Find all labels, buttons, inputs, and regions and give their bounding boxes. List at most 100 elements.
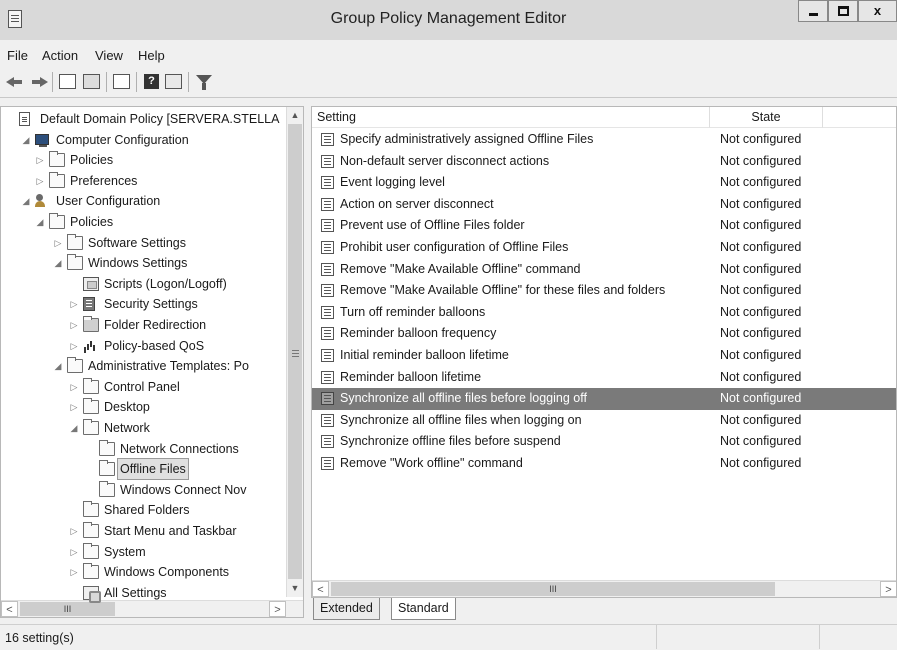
setting-row[interactable]: Initial reminder balloon lifetime Not con… [312, 345, 896, 367]
menu-file[interactable]: File [7, 48, 28, 63]
scroll-left-button[interactable]: < [312, 581, 329, 597]
title-bar[interactable]: Group Policy Management Editor x [0, 0, 897, 40]
expand-icon[interactable]: ▷ [69, 521, 79, 541]
expand-icon[interactable]: ▷ [53, 233, 63, 253]
setting-row[interactable]: Synchronize all offline files when loggi… [312, 410, 896, 432]
scripts-icon [83, 276, 99, 291]
window-title: Group Policy Management Editor [330, 10, 567, 27]
up-one-level-button[interactable] [58, 73, 78, 91]
collapse-icon[interactable]: ◢ [53, 253, 63, 273]
action-pane-icon [165, 74, 182, 89]
show-hide-console-tree-button[interactable] [82, 73, 102, 91]
setting-row[interactable]: Action on server disconnect Not configure… [312, 194, 896, 216]
collapse-icon[interactable]: ◢ [21, 130, 31, 150]
setting-row[interactable]: Remove "Work offline" command Not configu… [312, 453, 896, 475]
expand-icon[interactable]: ▷ [69, 562, 79, 582]
setting-row[interactable]: Reminder balloon frequency Not configured [312, 323, 896, 345]
column-header-state[interactable]: State [710, 107, 823, 128]
menu-bar: File Action View Help [0, 44, 897, 66]
collapse-icon[interactable]: ◢ [53, 356, 63, 376]
scroll-right-button[interactable]: > [269, 601, 286, 617]
expand-icon[interactable]: ▷ [69, 397, 79, 417]
policy-setting-icon [321, 349, 334, 362]
setting-row[interactable]: Prevent use of Offline Files folder Not c… [312, 215, 896, 237]
expand-icon[interactable]: ▷ [69, 315, 79, 335]
maximize-button[interactable] [828, 0, 858, 22]
scroll-up-icon[interactable]: ▲ [287, 107, 303, 124]
help-button[interactable]: ? [142, 73, 162, 91]
column-header-setting[interactable]: Setting [312, 107, 710, 128]
collapse-icon[interactable]: ◢ [21, 191, 31, 211]
setting-row[interactable]: Non-default server disconnect actions Not… [312, 151, 896, 173]
scroll-down-icon[interactable]: ▼ [287, 580, 303, 597]
export-list-button[interactable] [112, 73, 132, 91]
setting-row[interactable]: Specify administratively assigned Offlin… [312, 129, 896, 151]
tree-node-label: Folder Redirection [104, 318, 207, 332]
grip-icon [292, 350, 299, 351]
settings-list[interactable]: Setting State < III > Specify administra… [311, 106, 897, 598]
setting-row[interactable]: Event logging level Not configured [312, 172, 896, 194]
tree-node-label: Network Connections [120, 441, 239, 456]
tree-node-label: Desktop [104, 400, 150, 415]
tree-hscroll-thumb[interactable]: III [20, 602, 115, 616]
list-hscroll-thumb[interactable]: III [331, 582, 775, 596]
tree-node-label: Preferences [70, 173, 138, 188]
tree-node-label: Scripts (Logon/Logoff) [104, 276, 227, 291]
setting-name: Action on server disconnect [340, 196, 494, 211]
back-arrow-icon [6, 77, 22, 87]
tab-standard[interactable]: Standard [391, 598, 456, 620]
expand-icon[interactable]: ▷ [35, 150, 45, 170]
setting-name: Initial reminder balloon lifetime [340, 348, 509, 362]
close-icon: x [873, 3, 882, 18]
forward-button[interactable] [30, 73, 50, 91]
setting-row[interactable]: Remove "Make Available Offline" for thes… [312, 280, 896, 302]
setting-row[interactable]: Synchronize offline files before suspend… [312, 431, 896, 453]
gpme-window: Group Policy Management Editor x File Ac… [0, 0, 897, 650]
policy-setting-icon [321, 435, 334, 449]
expand-icon[interactable]: ▷ [69, 377, 79, 397]
minimize-button[interactable] [798, 0, 828, 22]
collapse-icon[interactable]: ◢ [69, 418, 79, 438]
setting-row[interactable]: Synchronize all offline files before log… [312, 388, 896, 410]
console-tree[interactable]: ▲ ▼ < III > Default Domain Policy [SERVE… [0, 106, 304, 618]
show-hide-action-pane-button[interactable] [164, 73, 184, 91]
folder-icon [83, 563, 99, 580]
filter-button[interactable] [194, 73, 214, 91]
expand-icon[interactable]: ▷ [69, 336, 79, 356]
menu-help[interactable]: Help [138, 48, 165, 63]
list-horizontal-scrollbar[interactable]: < III > [312, 580, 896, 597]
tree-vertical-scrollbar[interactable]: ▲ ▼ [286, 107, 303, 597]
column-header-extra[interactable] [823, 107, 896, 128]
folder-icon [67, 357, 83, 374]
menu-action[interactable]: Action [42, 48, 78, 63]
tree-node-label: Windows Components [104, 565, 230, 580]
tab-extended[interactable]: Extended [313, 598, 380, 620]
scroll-right-button[interactable]: > [880, 581, 896, 597]
folder-icon [83, 522, 99, 538]
collapse-icon[interactable]: ◢ [35, 212, 45, 232]
setting-name: Prohibit user configuration of Offline F… [340, 240, 569, 254]
back-button[interactable] [6, 73, 26, 91]
policy-setting-icon [321, 197, 334, 211]
setting-row[interactable]: Reminder balloon lifetime Not configured [312, 367, 896, 389]
menu-view[interactable]: View [95, 48, 123, 63]
setting-row[interactable]: Prohibit user configuration of Offline F… [312, 237, 896, 259]
tree-node-label: Administrative Templates: Po [88, 359, 249, 374]
toolbar-separator [52, 72, 53, 92]
status-text: 16 setting(s) [5, 631, 74, 645]
expand-icon[interactable]: ▷ [35, 171, 45, 191]
setting-name: Reminder balloon lifetime [340, 369, 482, 384]
policy-setting-icon [321, 370, 334, 384]
close-button[interactable]: x [858, 0, 897, 22]
setting-row[interactable]: Remove "Make Available Offline" command N… [312, 259, 896, 281]
expand-icon[interactable]: ▷ [69, 294, 79, 314]
setting-row[interactable]: Turn off reminder balloons Not configured [312, 302, 896, 324]
tree-node-label: Policies [70, 215, 114, 229]
tree-node-label: Offline Files [117, 458, 189, 481]
scroll-left-button[interactable]: < [1, 601, 18, 617]
setting-name: Specify administratively assigned Offlin… [340, 132, 594, 146]
tree-scroll-thumb[interactable] [288, 124, 302, 579]
folder-icon [49, 171, 65, 188]
expand-icon[interactable]: ▷ [69, 542, 79, 562]
